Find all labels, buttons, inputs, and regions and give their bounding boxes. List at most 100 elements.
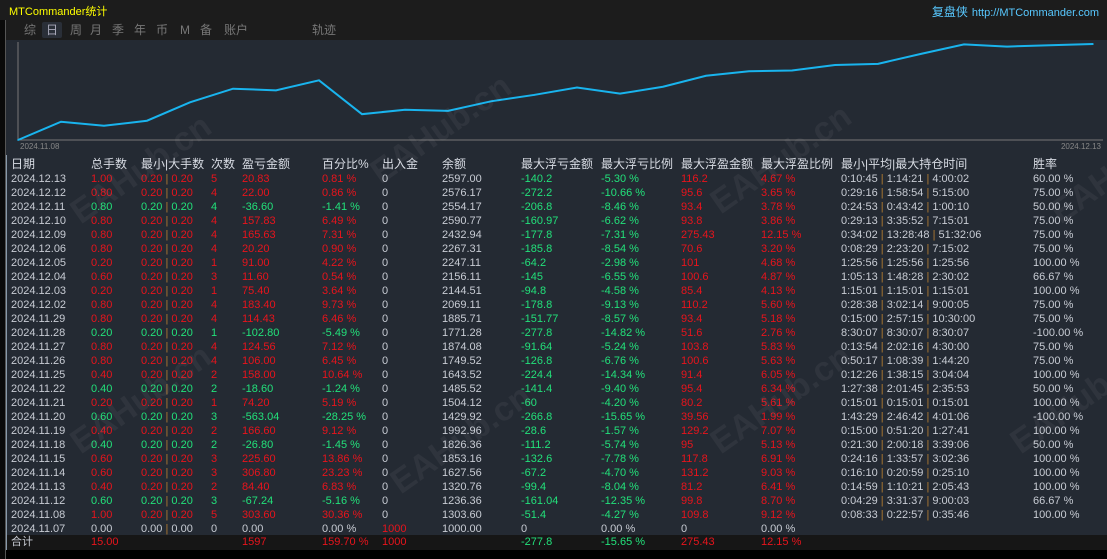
table-row[interactable]: 2024.12.06 0.80 0.20 | 0.20 4 20.20 0.90 % 0 22… [7, 242, 1107, 256]
min-lots: 0.20 [141, 313, 163, 325]
max-float-loss-pct-cell: -2.98 % [601, 257, 639, 269]
separator: | [880, 229, 884, 241]
tab-10[interactable]: 轨迹 [308, 22, 340, 38]
pnl-cell: 114.43 [242, 313, 275, 325]
table-row[interactable]: 2024.12.04 0.60 0.20 | 0.20 3 11.60 0.54 % 0 21… [7, 270, 1107, 284]
table-row[interactable]: 2024.11.29 0.80 0.20 | 0.20 4 114.43 6.46 % 0 1… [7, 312, 1107, 326]
table-row[interactable]: 2024.11.20 0.60 0.20 | 0.20 3 -563.04 -28.25 … [7, 410, 1107, 424]
max-float-profit-cell: 70.6 [681, 243, 703, 255]
pct-cell: 4.22 % [322, 257, 357, 269]
max-hold: 4:01:06 [932, 411, 970, 423]
min-hold: 0:34:02 [841, 229, 878, 241]
table-row[interactable]: 2024.12.02 0.80 0.20 | 0.20 4 183.40 9.73 % 0 2… [7, 298, 1107, 312]
max-float-loss-cell: -151.77 [521, 313, 559, 325]
max-float-profit-cell: 110.2 [681, 299, 708, 311]
separator: | [165, 201, 169, 213]
table-row[interactable]: 2024.11.14 0.60 0.20 | 0.20 3 306.80 23.23 % 0… [7, 466, 1107, 480]
equity-line [17, 43, 1094, 141]
min-lots: 0.20 [141, 383, 163, 395]
max-hold: 10:30:00 [932, 313, 976, 325]
avg-hold: 3:31:37 [886, 495, 924, 507]
win-rate-cell: 75.00 % [1033, 229, 1074, 241]
tab-3[interactable]: 月 [86, 22, 106, 38]
table-row[interactable]: 2024.11.21 0.20 0.20 | 0.20 1 74.20 5.19 % 0 15… [7, 396, 1107, 410]
table-row[interactable]: 2024.12.13 1.00 0.20 | 0.20 5 20.83 0.81 % 0 25… [7, 172, 1107, 186]
table-row[interactable]: 2024.12.10 0.80 0.20 | 0.20 4 157.83 6.49 % 0 2… [7, 214, 1107, 228]
tab-0[interactable]: 综 [20, 22, 40, 38]
table-row[interactable]: 2024.11.25 0.40 0.20 | 0.20 2 158.00 10.64 % 0… [7, 368, 1107, 382]
date-cell: 2024.12.13 [11, 173, 67, 185]
deposit-cell: 0 [382, 229, 389, 241]
max-float-profit-pct-cell: 5.13 % [761, 439, 796, 451]
table-row[interactable]: 2024.11.12 0.60 0.20 | 0.20 3 -67.24 -5.16 % 0… [7, 494, 1107, 508]
trade-count-cell: 4 [211, 215, 218, 227]
separator: | [926, 439, 930, 451]
total-lots-cell: 1.00 [91, 173, 113, 185]
max-float-loss-pct-cell: -5.24 % [601, 341, 639, 353]
separator: | [880, 313, 884, 325]
table-row[interactable]: 2024.11.19 0.40 0.20 | 0.20 2 166.60 9.12 % 0 1… [7, 424, 1107, 438]
pct-cell: 23.23 % [322, 467, 363, 479]
table-row[interactable]: 2024.11.13 0.40 0.20 | 0.20 2 84.40 6.83 % 0 13… [7, 480, 1107, 494]
max-float-loss-pct-cell: -7.31 % [601, 229, 639, 241]
table-row[interactable]: 2024.11.27 0.80 0.20 | 0.20 4 124.56 7.12 % 0 1… [7, 340, 1107, 354]
tab-2[interactable]: 周 [66, 22, 86, 38]
total-lots-cell: 0.40 [91, 481, 113, 493]
min-hold: 0:13:54 [841, 341, 878, 353]
tab-5[interactable]: 年 [130, 22, 150, 38]
tab-7[interactable]: M [176, 22, 194, 38]
brand-link[interactable]: 复盘侠 http://MTCommander.com [932, 3, 1099, 20]
separator: | [165, 509, 169, 521]
table-row[interactable]: 2024.11.22 0.40 0.20 | 0.20 2 -18.60 -1.24 % 0… [7, 382, 1107, 396]
tab-8[interactable]: 备 [196, 22, 216, 38]
min-hold: 0:15:00 [841, 313, 878, 325]
table-row[interactable]: 2024.11.07 0.00 0.00 | 0.00 0 0.00 0.00 % 1000… [7, 522, 1107, 536]
separator: | [926, 299, 930, 311]
table-row[interactable]: 2024.12.12 0.80 0.20 | 0.20 4 22.00 0.86 % 0 25… [7, 186, 1107, 200]
tab-6[interactable]: 币 [152, 22, 172, 38]
separator: | [165, 271, 169, 283]
avg-hold: 2:00:18 [886, 439, 924, 451]
trade-count-cell: 2 [211, 481, 218, 493]
min-max-lots-cell: 0.20 | 0.20 [141, 200, 193, 214]
total-lots-cell: 0.80 [91, 341, 113, 353]
table-row[interactable]: 2024.11.28 0.20 0.20 | 0.20 1 -102.80 -5.49 %… [7, 326, 1107, 340]
total-lots-cell: 0.40 [91, 369, 113, 381]
pct-cell: -5.49 % [322, 327, 360, 339]
max-float-profit-pct-cell: 6.34 % [761, 383, 796, 395]
min-hold: 1:27:38 [841, 383, 878, 395]
table-row[interactable]: 2024.12.09 0.80 0.20 | 0.20 4 165.63 7.31 % 0 2… [7, 228, 1107, 242]
max-float-profit-pct-cell: 3.86 % [761, 215, 796, 227]
max-float-loss-cell: -177.8 [521, 229, 553, 241]
tab-9[interactable]: 账户 [220, 22, 252, 38]
total-lots-cell: 0.80 [91, 187, 113, 199]
table-row[interactable]: 2024.11.15 0.60 0.20 | 0.20 3 225.60 13.86 % 0… [7, 452, 1107, 466]
column-header: 最大浮亏金额 [521, 157, 594, 171]
total-lots-cell: 0.80 [91, 355, 113, 367]
separator: | [926, 453, 930, 465]
tab-4[interactable]: 季 [108, 22, 128, 38]
balance-cell: 1429.92 [442, 411, 482, 423]
separator: | [165, 229, 169, 241]
table-row[interactable]: 2024.12.03 0.20 0.20 | 0.20 1 75.40 3.64 % 0 21… [7, 284, 1107, 298]
max-float-profit-pct-cell: 8.70 % [761, 495, 796, 507]
tab-1[interactable]: 日 [42, 22, 63, 38]
date-cell: 2024.11.08 [11, 509, 66, 521]
min-hold: 1:25:56 [841, 257, 878, 269]
max-float-profit-cell: 0 [681, 523, 688, 535]
table-row[interactable]: 2024.11.18 0.40 0.20 | 0.20 2 -26.80 -1.45 % 0… [7, 438, 1107, 452]
table-row[interactable]: 2024.11.26 0.80 0.20 | 0.20 4 106.00 6.45 % 0 1… [7, 354, 1107, 368]
total-lots-cell: 0.20 [91, 285, 113, 297]
table-row[interactable]: 2024.12.05 0.20 0.20 | 0.20 1 91.00 4.22 % 0 22… [7, 256, 1107, 270]
date-cell: 2024.12.11 [11, 201, 66, 213]
brand-url[interactable]: http://MTCommander.com [972, 7, 1099, 19]
avg-hold: 2:01:45 [886, 383, 924, 395]
pct-cell: 10.64 % [322, 369, 363, 381]
equity-point [318, 79, 320, 82]
balance-cell: 1303.60 [442, 509, 482, 521]
win-rate-cell: 60.00 % [1033, 173, 1074, 185]
table-row[interactable]: 2024.12.11 0.80 0.20 | 0.20 4 -36.60 -1.41 % 0… [7, 200, 1107, 214]
pnl-cell: 20.83 [242, 173, 270, 185]
table-row[interactable]: 2024.11.08 1.00 0.20 | 0.20 5 303.60 30.36 % 0… [7, 508, 1107, 522]
trade-count-cell: 1 [211, 257, 218, 269]
